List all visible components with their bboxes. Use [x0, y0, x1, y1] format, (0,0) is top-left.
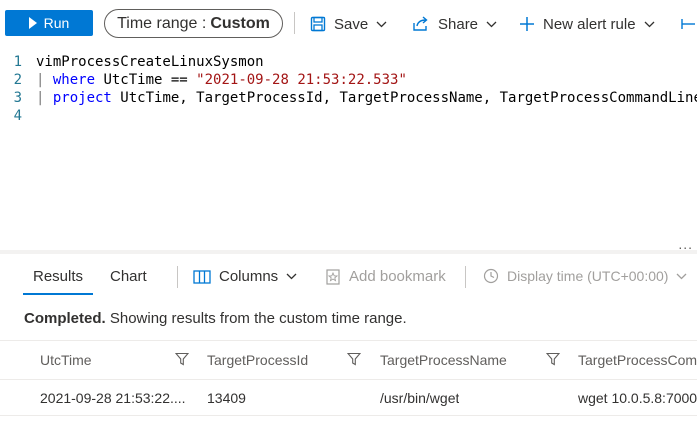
toolbar-divider — [465, 266, 466, 288]
cell-targetprocessid: 13409 — [207, 390, 246, 406]
columns-icon — [193, 269, 211, 284]
chevron-down-icon — [286, 273, 297, 280]
code-keyword: project — [52, 90, 112, 106]
query-status: Completed. Showing results from the cust… — [24, 310, 407, 327]
results-toolbar: Results Chart Columns Add bookmark Displ… — [0, 258, 697, 298]
filter-icon[interactable] — [175, 352, 189, 366]
column-header-utctime[interactable]: UtcTime — [40, 352, 92, 368]
status-message: Showing results from the custom time ran… — [105, 310, 407, 327]
share-button[interactable]: Share — [412, 12, 497, 36]
display-time-label: Display time (UTC+00:00) — [507, 268, 669, 284]
editor-line-1: 1 vimProcessCreateLinuxSysmon — [0, 53, 264, 71]
filter-icon[interactable] — [546, 352, 560, 366]
chevron-down-icon — [644, 21, 655, 27]
pipe-operator: | — [36, 72, 53, 88]
play-icon — [28, 17, 37, 29]
pane-splitter[interactable] — [0, 250, 697, 254]
clock-icon — [483, 268, 499, 284]
editor-line-2: 2 | where UtcTime == "2021-09-28 21:53:2… — [0, 71, 407, 89]
columns-label: Columns — [219, 268, 279, 285]
status-completed: Completed. — [24, 310, 106, 327]
time-range-label: Time range : — [117, 14, 207, 32]
column-header-targetprocesscommandline[interactable]: TargetProcessCommandLine — [578, 352, 697, 368]
code-string: "2021-09-28 21:53:22.533" — [196, 72, 407, 88]
code-text: UtcTime == — [95, 72, 197, 88]
export-button[interactable] — [681, 12, 695, 36]
column-header-targetprocessid[interactable]: TargetProcessId — [207, 352, 308, 368]
columns-button[interactable]: Columns — [193, 268, 297, 285]
column-header-targetprocessname[interactable]: TargetProcessName — [380, 352, 507, 368]
plus-icon — [520, 17, 534, 31]
table-row[interactable]: 2021-09-28 21:53:22.... 13409 /usr/bin/w… — [0, 380, 697, 416]
add-bookmark-label: Add bookmark — [349, 268, 446, 285]
time-range-value: Custom — [210, 14, 270, 32]
chevron-down-icon — [676, 273, 687, 279]
new-alert-rule-label: New alert rule — [543, 15, 636, 33]
cell-utctime: 2021-09-28 21:53:22.... — [40, 390, 186, 406]
pipe-operator: | — [36, 90, 53, 106]
save-button[interactable]: Save — [310, 12, 387, 36]
run-button[interactable]: Run — [5, 10, 93, 36]
query-editor[interactable]: 1 vimProcessCreateLinuxSysmon 2 | where … — [0, 50, 697, 245]
code-text: UtcTime, TargetProcessId, TargetProcessN… — [111, 90, 697, 106]
run-button-label: Run — [43, 15, 70, 31]
toolbar-divider — [294, 12, 295, 34]
chevron-down-icon — [376, 21, 387, 27]
share-label: Share — [438, 15, 479, 33]
line-number: 1 — [13, 54, 22, 70]
save-icon — [310, 16, 326, 32]
code-text: vimProcessCreateLinuxSysmon — [36, 54, 264, 70]
new-alert-rule-button[interactable]: New alert rule — [519, 12, 655, 36]
line-number: 2 — [13, 72, 22, 88]
toolbar-divider — [177, 266, 178, 288]
editor-line-3: 3 | project UtcTime, TargetProcessId, Ta… — [0, 89, 697, 107]
cell-targetprocesscommandline: wget 10.0.5.8:7000 — [578, 390, 697, 406]
save-label: Save — [334, 15, 369, 33]
time-range-button[interactable]: Time range : Custom — [104, 9, 283, 38]
query-toolbar: Run Time range : Custom Save Share New a… — [0, 0, 697, 48]
code-keyword: where — [52, 72, 96, 88]
chevron-down-icon — [486, 21, 497, 27]
table-header: UtcTime TargetProcessId TargetProcessNam… — [0, 340, 697, 380]
add-bookmark-button[interactable]: Add bookmark — [325, 268, 446, 285]
export-icon — [681, 19, 695, 29]
line-number: 3 — [13, 90, 22, 106]
share-icon — [413, 16, 428, 31]
editor-line-4: 4 — [0, 107, 36, 125]
filter-icon[interactable] — [347, 352, 361, 366]
display-time-dropdown[interactable]: Display time (UTC+00:00) — [483, 268, 687, 284]
active-tab-indicator — [23, 293, 93, 295]
bookmark-icon — [326, 268, 340, 285]
tab-chart[interactable]: Chart — [110, 268, 147, 285]
tab-results[interactable]: Results — [33, 268, 83, 285]
line-number: 4 — [13, 108, 22, 124]
cell-targetprocessname: /usr/bin/wget — [380, 390, 460, 406]
